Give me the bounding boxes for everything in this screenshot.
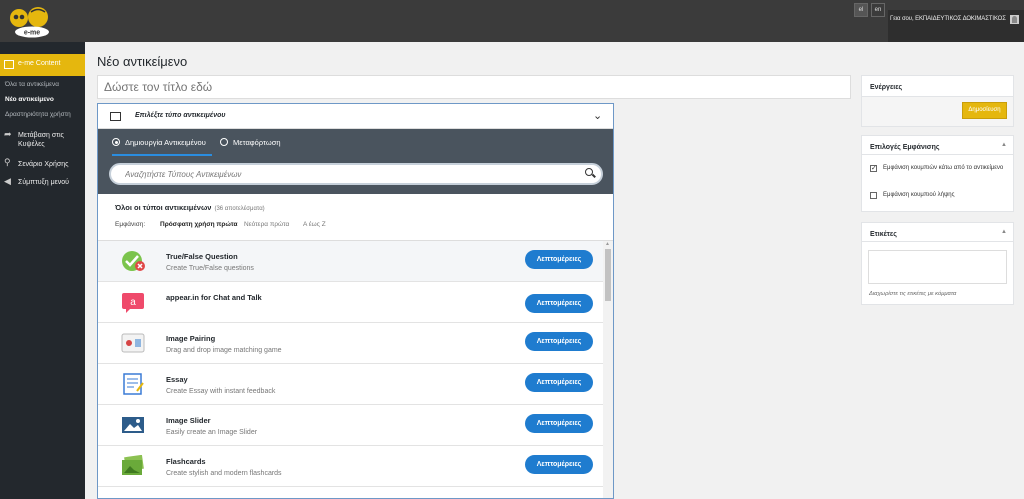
list-item[interactable]: True/False Question Create True/False qu…	[98, 241, 603, 282]
list-item[interactable]: Essay Create Essay with instant feedback…	[98, 364, 603, 405]
results-count: (36 αποτελέσματα)	[214, 206, 265, 212]
show-download-checkbox[interactable]	[870, 192, 877, 199]
display-options-panel: Επιλογές Εμφάνισης ▲ ✓ Εμφάνιση κουμπιών…	[861, 135, 1014, 212]
sort-label: Εμφάνιση:	[115, 221, 146, 228]
item-name: Image Pairing	[166, 334, 216, 343]
item-desc: Drag and drop image matching game	[166, 347, 282, 354]
divider	[862, 241, 1013, 242]
lang-en-button[interactable]: en	[871, 3, 885, 17]
sort-recent-option[interactable]: Πρόσφατη χρήση πρώτα	[160, 221, 237, 228]
details-button[interactable]: Λεπτομέρειες	[525, 250, 593, 269]
list-icon	[110, 112, 121, 121]
user-menu[interactable]	[888, 10, 1024, 42]
show-buttons-checkbox[interactable]: ✓	[870, 165, 877, 172]
user-greeting[interactable]: Γεια σου, ΕΚΠΑΙΔΕΥΤΙΚΟΣ ΔΟΚΙΜΑΣΤΙΚΟΣ	[890, 16, 1006, 22]
item-desc: Create stylish and modern flashcards	[166, 470, 282, 477]
scroll-up-icon[interactable]: ▲	[605, 241, 610, 247]
item-name: Flashcards	[166, 457, 206, 466]
type-panel-header[interactable]: Επιλέξτε τύπο αντικειμένου ⌄	[98, 104, 613, 129]
type-search-input[interactable]	[109, 163, 603, 185]
tab-label: Μεταφόρτωση	[233, 138, 281, 147]
sidebar-item-scenario[interactable]: Σενάριο Χρήσης	[18, 160, 69, 169]
essay-icon	[123, 373, 144, 395]
appear-in-icon: a	[122, 293, 144, 313]
tab-label: Δημιουργία Αντικειμένου	[125, 138, 206, 147]
logo-text: e-me	[24, 30, 40, 37]
tab-upload[interactable]: Μεταφόρτωση	[220, 129, 281, 156]
item-name: Essay	[166, 375, 188, 384]
lightbulb-icon: ⚲	[4, 157, 11, 167]
show-download-label: Εμφάνιση κουμπιού λήψης	[883, 192, 955, 198]
show-buttons-label: Εμφάνιση κουμπιών κάτω από το αντικείμεν…	[883, 165, 1004, 171]
arrow-icon: ➦	[4, 129, 12, 139]
sidebar-item-collapse[interactable]: Σύμπτυξη μενού	[18, 178, 69, 187]
sidebar-item-hives[interactable]: Μετάβαση στις Κυψέλες	[18, 131, 78, 149]
title-input[interactable]	[97, 75, 851, 99]
content-type-panel: Επιλέξτε τύπο αντικειμένου ⌄ Δημιουργία …	[97, 103, 614, 499]
item-name: Image Slider	[166, 416, 211, 425]
svg-text:a: a	[130, 297, 136, 308]
scrollbar[interactable]: ▲	[603, 241, 613, 498]
sidebar-item-e-me-content[interactable]: e-me Content	[0, 54, 85, 76]
item-desc: Easily create an Image Slider	[166, 429, 258, 436]
tags-hint: Διαχωρίστε τις ετικέτες με κόμματα	[869, 291, 957, 297]
e-me-logo[interactable]: e-me	[6, 3, 58, 39]
item-desc: Create True/False questions	[166, 265, 254, 272]
list-item[interactable]: a appear.in for Chat and Talk Λεπτομέρει…	[98, 282, 603, 323]
all-types-heading: Όλοι οι τύποι αντικειμένων (36 αποτελέσμα…	[115, 203, 265, 212]
divider	[862, 154, 1013, 155]
radio-icon	[220, 138, 228, 146]
list-item[interactable]: Flashcards Create stylish and modern fla…	[98, 446, 603, 487]
item-desc: Create Essay with instant feedback	[166, 388, 276, 395]
collapse-toggle-icon[interactable]: ▲	[1001, 229, 1007, 235]
list-item[interactable]: Image Pairing Drag and drop image matchi…	[98, 323, 603, 364]
sidebar-sub-all-items[interactable]: Όλα τα αντικείμενα	[5, 81, 59, 88]
radio-icon	[112, 138, 120, 146]
details-button[interactable]: Λεπτομέρειες	[525, 455, 593, 474]
item-name: appear.in for Chat and Talk	[166, 293, 262, 302]
lang-el-button[interactable]: el	[854, 3, 868, 17]
sort-az-option[interactable]: Α έως Ζ	[303, 221, 326, 228]
tab-create-item[interactable]: Δημιουργία Αντικειμένου	[112, 129, 212, 156]
image-slider-icon	[122, 417, 144, 433]
true-false-icon	[122, 251, 145, 271]
collapse-icon: ◀	[4, 176, 11, 186]
actions-title: Ενέργειες	[870, 84, 903, 91]
details-button[interactable]: Λεπτομέρειες	[525, 332, 593, 351]
scrollbar-thumb[interactable]	[605, 249, 611, 301]
list-item[interactable]: Image Slider Easily create an Image Slid…	[98, 405, 603, 446]
details-button[interactable]: Λεπτομέρειες	[525, 294, 593, 313]
chevron-down-icon[interactable]: ⌄	[593, 109, 602, 122]
page-title: Νέο αντικείμενο	[97, 54, 188, 69]
type-panel-title: Επιλέξτε τύπο αντικειμένου	[135, 112, 226, 119]
sidebar: e-me Content Όλα τα αντικείμενα Νέο αντι…	[0, 42, 85, 499]
display-options-title: Επιλογές Εμφάνισης	[870, 144, 940, 151]
avatar[interactable]	[1010, 15, 1019, 24]
sort-newest-option[interactable]: Νεότερα πρώτα	[244, 221, 289, 228]
flashcards-icon	[122, 455, 144, 475]
tags-title: Ετικέτες	[870, 231, 897, 238]
actions-panel: Ενέργειες Δημοσίευση	[861, 75, 1014, 127]
collapse-toggle-icon[interactable]: ▲	[1001, 142, 1007, 148]
tags-input[interactable]	[868, 250, 1007, 284]
sidebar-item-label: e-me Content	[18, 60, 61, 67]
details-button[interactable]: Λεπτομέρειες	[525, 373, 593, 392]
search-icon[interactable]	[585, 168, 593, 176]
sidebar-sub-user-activity[interactable]: Δραστηριότητα χρήστη	[5, 111, 71, 118]
item-name: True/False Question	[166, 252, 238, 261]
image-pairing-icon	[121, 333, 145, 353]
content-icon	[4, 60, 14, 69]
type-panel-tabs: Δημιουργία Αντικειμένου Μεταφόρτωση	[98, 129, 613, 156]
type-search-area	[98, 156, 613, 194]
details-button[interactable]: Λεπτομέρειες	[525, 414, 593, 433]
tags-panel: Ετικέτες ▲ Διαχωρίστε τις ετικέτες με κό…	[861, 222, 1014, 305]
publish-button[interactable]: Δημοσίευση	[962, 102, 1007, 119]
sidebar-sub-new-item[interactable]: Νέο αντικείμενο	[5, 96, 54, 103]
